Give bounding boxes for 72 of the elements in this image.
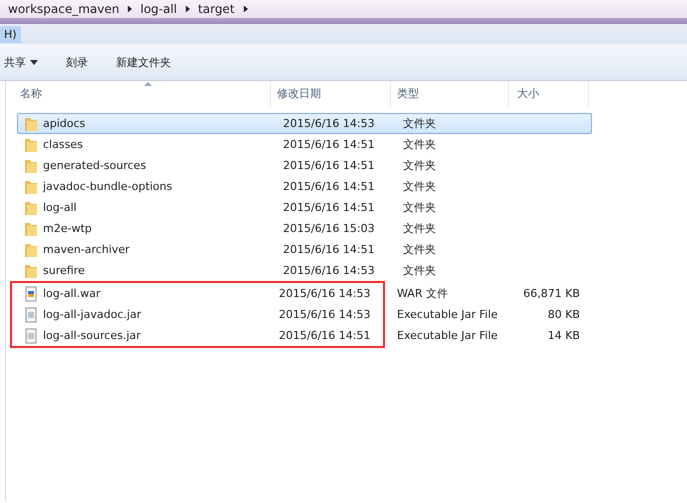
folder-icon <box>24 116 38 132</box>
folder-icon <box>24 178 38 194</box>
file-size: 66,871 KB <box>522 287 581 300</box>
file-size: 14 KB <box>546 329 581 342</box>
file-type: 文件夹 <box>402 158 437 173</box>
file-row[interactable]: surefire 2015/6/16 14:53 文件夹 <box>17 260 592 281</box>
file-type: 文件夹 <box>402 200 437 215</box>
sort-arrow-icon <box>144 82 152 86</box>
file-name: m2e-wtp <box>43 222 92 235</box>
chevron-icon[interactable] <box>185 5 190 13</box>
file-row[interactable]: javadoc-bundle-options 2015/6/16 14:51 文件夹 <box>17 176 592 197</box>
file-name: surefire <box>43 264 85 277</box>
breadcrumb-item[interactable]: workspace_maven <box>8 2 120 16</box>
file-type: Executable Jar File <box>396 308 499 321</box>
file-row[interactable]: apidocs 2015/6/16 14:53 文件夹 <box>17 113 592 134</box>
toolbar-button[interactable]: 新建文件夹 <box>112 52 175 72</box>
folder-icon <box>24 136 38 152</box>
folder-icon <box>24 262 38 278</box>
menu-item[interactable]: H) <box>0 26 21 42</box>
file-icon <box>24 306 38 322</box>
chevron-icon[interactable] <box>242 5 248 13</box>
file-name: log-all-javadoc.jar <box>43 308 142 321</box>
file-name: classes <box>43 138 83 151</box>
column-header[interactable]: 修改日期 <box>271 81 391 106</box>
modified-date: 2015/6/16 14:51 <box>282 159 376 172</box>
breadcrumb-item[interactable]: target <box>198 2 235 16</box>
file-name: log-all.war <box>43 287 100 300</box>
file-type: Executable Jar File <box>396 329 499 342</box>
file-row[interactable]: maven-archiver 2015/6/16 14:51 文件夹 <box>17 239 592 260</box>
modified-date: 2015/6/16 14:51 <box>282 201 376 214</box>
folder-icon <box>24 220 38 236</box>
modified-date: 2015/6/16 14:51 <box>282 138 376 151</box>
file-type: 文件夹 <box>402 221 437 236</box>
breadcrumb-item[interactable]: log-all <box>140 2 178 16</box>
folder-icon <box>24 242 38 258</box>
file-type: 文件夹 <box>402 116 437 131</box>
folder-icon <box>24 158 38 174</box>
toolbar-button[interactable]: 共享 <box>0 52 42 72</box>
modified-date: 2015/6/16 14:51 <box>278 329 372 342</box>
file-row[interactable]: log-all-javadoc.jar 2015/6/16 14:53 Executable Jar File 80 KB <box>17 304 587 325</box>
file-icon <box>24 286 38 302</box>
file-type: 文件夹 <box>402 263 437 278</box>
file-name: generated-sources <box>43 159 146 172</box>
file-name: javadoc-bundle-options <box>43 180 172 193</box>
column-header[interactable]: 类型 <box>391 81 509 106</box>
column-header[interactable]: 大小 <box>509 81 589 106</box>
file-type: WAR 文件 <box>396 286 449 301</box>
modified-date: 2015/6/16 14:53 <box>278 287 372 300</box>
file-row[interactable]: log-all.war 2015/6/16 14:53 WAR 文件 66,871 KB <box>17 283 587 304</box>
toolbar-button[interactable]: 刻录 <box>62 52 92 72</box>
modified-date: 2015/6/16 14:53 <box>282 117 376 130</box>
file-name: apidocs <box>43 117 86 130</box>
file-name: maven-archiver <box>43 243 130 256</box>
chevron-icon[interactable] <box>127 5 132 13</box>
file-name: log-all-sources.jar <box>43 329 141 342</box>
file-size: 80 KB <box>546 308 581 321</box>
modified-date: 2015/6/16 14:53 <box>278 308 372 321</box>
modified-date: 2015/6/16 14:51 <box>282 243 376 256</box>
modified-date: 2015/6/16 14:51 <box>282 180 376 193</box>
file-row[interactable]: log-all-sources.jar 2015/6/16 14:51 Executable Jar File 14 KB <box>17 325 587 346</box>
file-icon <box>24 328 38 344</box>
file-row[interactable]: classes 2015/6/16 14:51 文件夹 <box>17 134 592 155</box>
modified-date: 2015/6/16 15:03 <box>282 222 376 235</box>
file-name: log-all <box>43 201 77 214</box>
file-type: 文件夹 <box>402 179 437 194</box>
file-type: 文件夹 <box>402 137 437 152</box>
file-row[interactable]: m2e-wtp 2015/6/16 15:03 文件夹 <box>17 218 592 239</box>
folder-icon <box>24 200 38 216</box>
file-row[interactable]: log-all 2015/6/16 14:51 文件夹 <box>17 197 592 218</box>
file-type: 文件夹 <box>402 242 437 257</box>
file-row[interactable]: generated-sources 2015/6/16 14:51 文件夹 <box>17 155 592 176</box>
modified-date: 2015/6/16 14:53 <box>282 264 376 277</box>
